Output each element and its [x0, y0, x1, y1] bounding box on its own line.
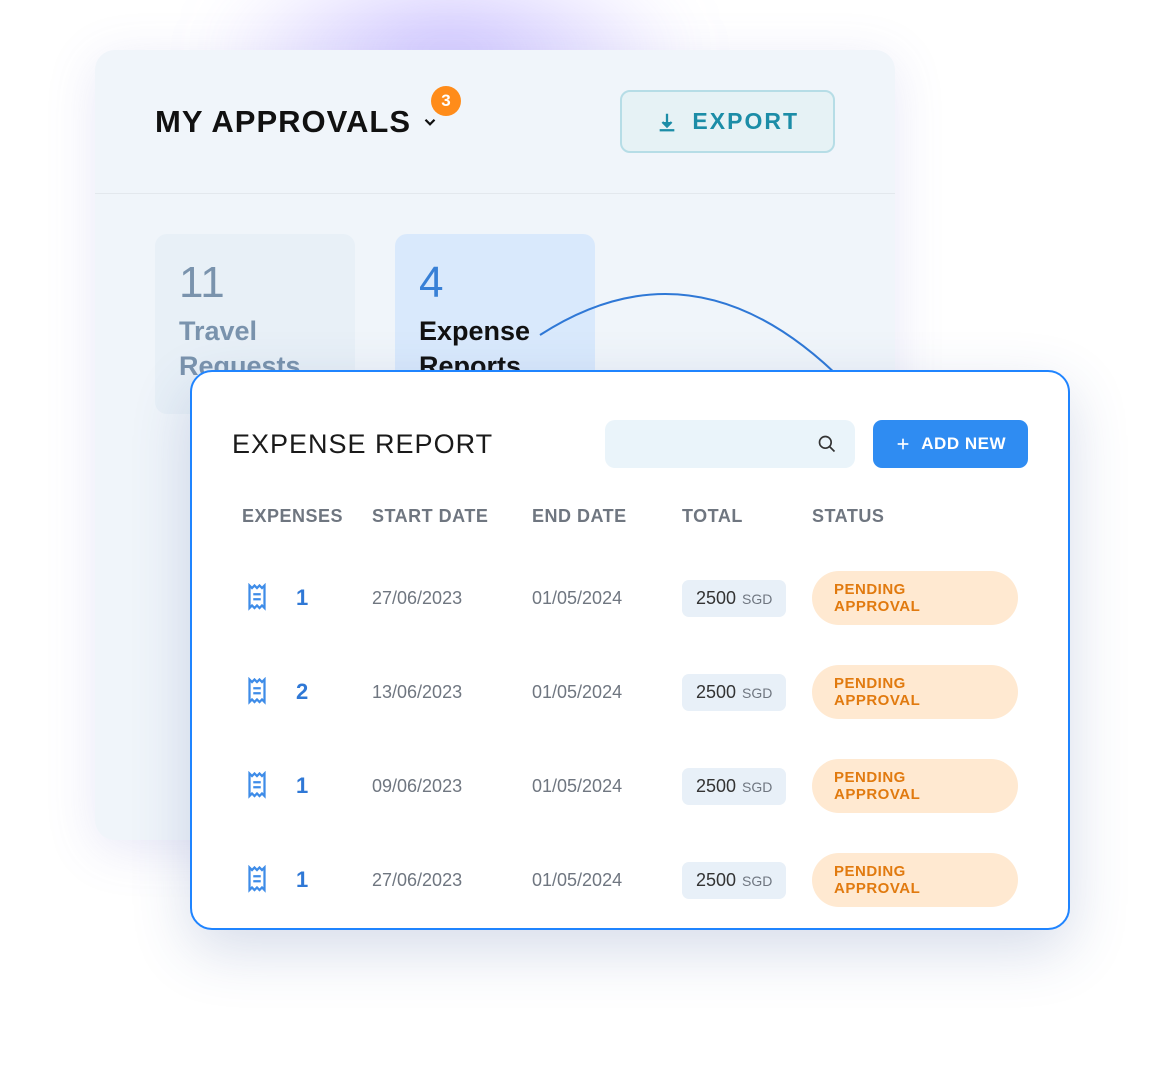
report-title: EXPENSE REPORT	[232, 429, 493, 460]
col-expenses: EXPENSES	[242, 506, 372, 527]
plus-icon	[895, 436, 911, 452]
total-amount: 2500	[696, 588, 736, 609]
end-date: 01/05/2024	[532, 870, 682, 891]
category-count: 11	[179, 258, 331, 308]
start-date: 13/06/2023	[372, 682, 532, 703]
status-cell: PENDING APPROVAL	[812, 571, 1018, 625]
total-chip: 2500 SGD	[682, 768, 786, 805]
status-cell: PENDING APPROVAL	[812, 759, 1018, 813]
expense-cell: 2	[242, 677, 372, 707]
total-amount: 2500	[696, 776, 736, 797]
expense-cell: 1	[242, 583, 372, 613]
status-badge: PENDING APPROVAL	[812, 759, 1018, 813]
table-row[interactable]: 1 27/06/2023 01/05/2024 2500 SGD PENDING…	[232, 551, 1028, 645]
col-start-date: START DATE	[372, 506, 532, 527]
status-cell: PENDING APPROVAL	[812, 665, 1018, 719]
expense-table: EXPENSES START DATE END DATE TOTAL STATU…	[232, 506, 1028, 927]
table-row[interactable]: 1 09/06/2023 01/05/2024 2500 SGD PENDING…	[232, 739, 1028, 833]
search-icon	[817, 434, 837, 454]
end-date: 01/05/2024	[532, 776, 682, 797]
end-date: 01/05/2024	[532, 588, 682, 609]
total-chip: 2500 SGD	[682, 674, 786, 711]
approvals-title: MY APPROVALS	[155, 104, 411, 140]
expense-cell: 1	[242, 865, 372, 895]
total-cell: 2500 SGD	[682, 862, 812, 899]
total-chip: 2500 SGD	[682, 862, 786, 899]
report-actions: ADD NEW	[605, 420, 1028, 468]
total-currency: SGD	[742, 873, 772, 889]
receipt-icon	[242, 583, 272, 613]
start-date: 27/06/2023	[372, 870, 532, 891]
total-amount: 2500	[696, 682, 736, 703]
end-date: 01/05/2024	[532, 682, 682, 703]
expense-report-panel: EXPENSE REPORT ADD NEW EXPENSES START DA…	[190, 370, 1070, 930]
start-date: 27/06/2023	[372, 588, 532, 609]
status-badge: PENDING APPROVAL	[812, 853, 1018, 907]
total-cell: 2500 SGD	[682, 768, 812, 805]
total-currency: SGD	[742, 685, 772, 701]
table-row[interactable]: 1 27/06/2023 01/05/2024 2500 SGD PENDING…	[232, 833, 1028, 927]
col-total: TOTAL	[682, 506, 812, 527]
total-chip: 2500 SGD	[682, 580, 786, 617]
download-icon	[656, 111, 678, 133]
total-cell: 2500 SGD	[682, 674, 812, 711]
report-header: EXPENSE REPORT ADD NEW	[232, 420, 1028, 468]
category-count: 4	[419, 258, 571, 308]
export-label: EXPORT	[692, 108, 799, 135]
expense-count: 1	[296, 585, 308, 611]
export-button[interactable]: EXPORT	[620, 90, 835, 153]
status-cell: PENDING APPROVAL	[812, 853, 1018, 907]
approvals-title-dropdown[interactable]: MY APPROVALS 3	[155, 104, 439, 140]
start-date: 09/06/2023	[372, 776, 532, 797]
table-header-row: EXPENSES START DATE END DATE TOTAL STATU…	[232, 506, 1028, 551]
receipt-icon	[242, 865, 272, 895]
total-cell: 2500 SGD	[682, 580, 812, 617]
expense-cell: 1	[242, 771, 372, 801]
receipt-icon	[242, 677, 272, 707]
total-amount: 2500	[696, 870, 736, 891]
col-end-date: END DATE	[532, 506, 682, 527]
approvals-header: MY APPROVALS 3 EXPORT	[95, 50, 895, 194]
total-currency: SGD	[742, 591, 772, 607]
expense-count: 1	[296, 773, 308, 799]
status-badge: PENDING APPROVAL	[812, 571, 1018, 625]
expense-count: 1	[296, 867, 308, 893]
receipt-icon	[242, 771, 272, 801]
status-badge: PENDING APPROVAL	[812, 665, 1018, 719]
chevron-down-icon	[421, 113, 439, 131]
table-row[interactable]: 2 13/06/2023 01/05/2024 2500 SGD PENDING…	[232, 645, 1028, 739]
total-currency: SGD	[742, 779, 772, 795]
col-status: STATUS	[812, 506, 1018, 527]
search-input[interactable]	[605, 420, 855, 468]
notifications-badge: 3	[431, 86, 461, 116]
expense-count: 2	[296, 679, 308, 705]
add-new-button[interactable]: ADD NEW	[873, 420, 1028, 468]
add-new-label: ADD NEW	[921, 434, 1006, 454]
